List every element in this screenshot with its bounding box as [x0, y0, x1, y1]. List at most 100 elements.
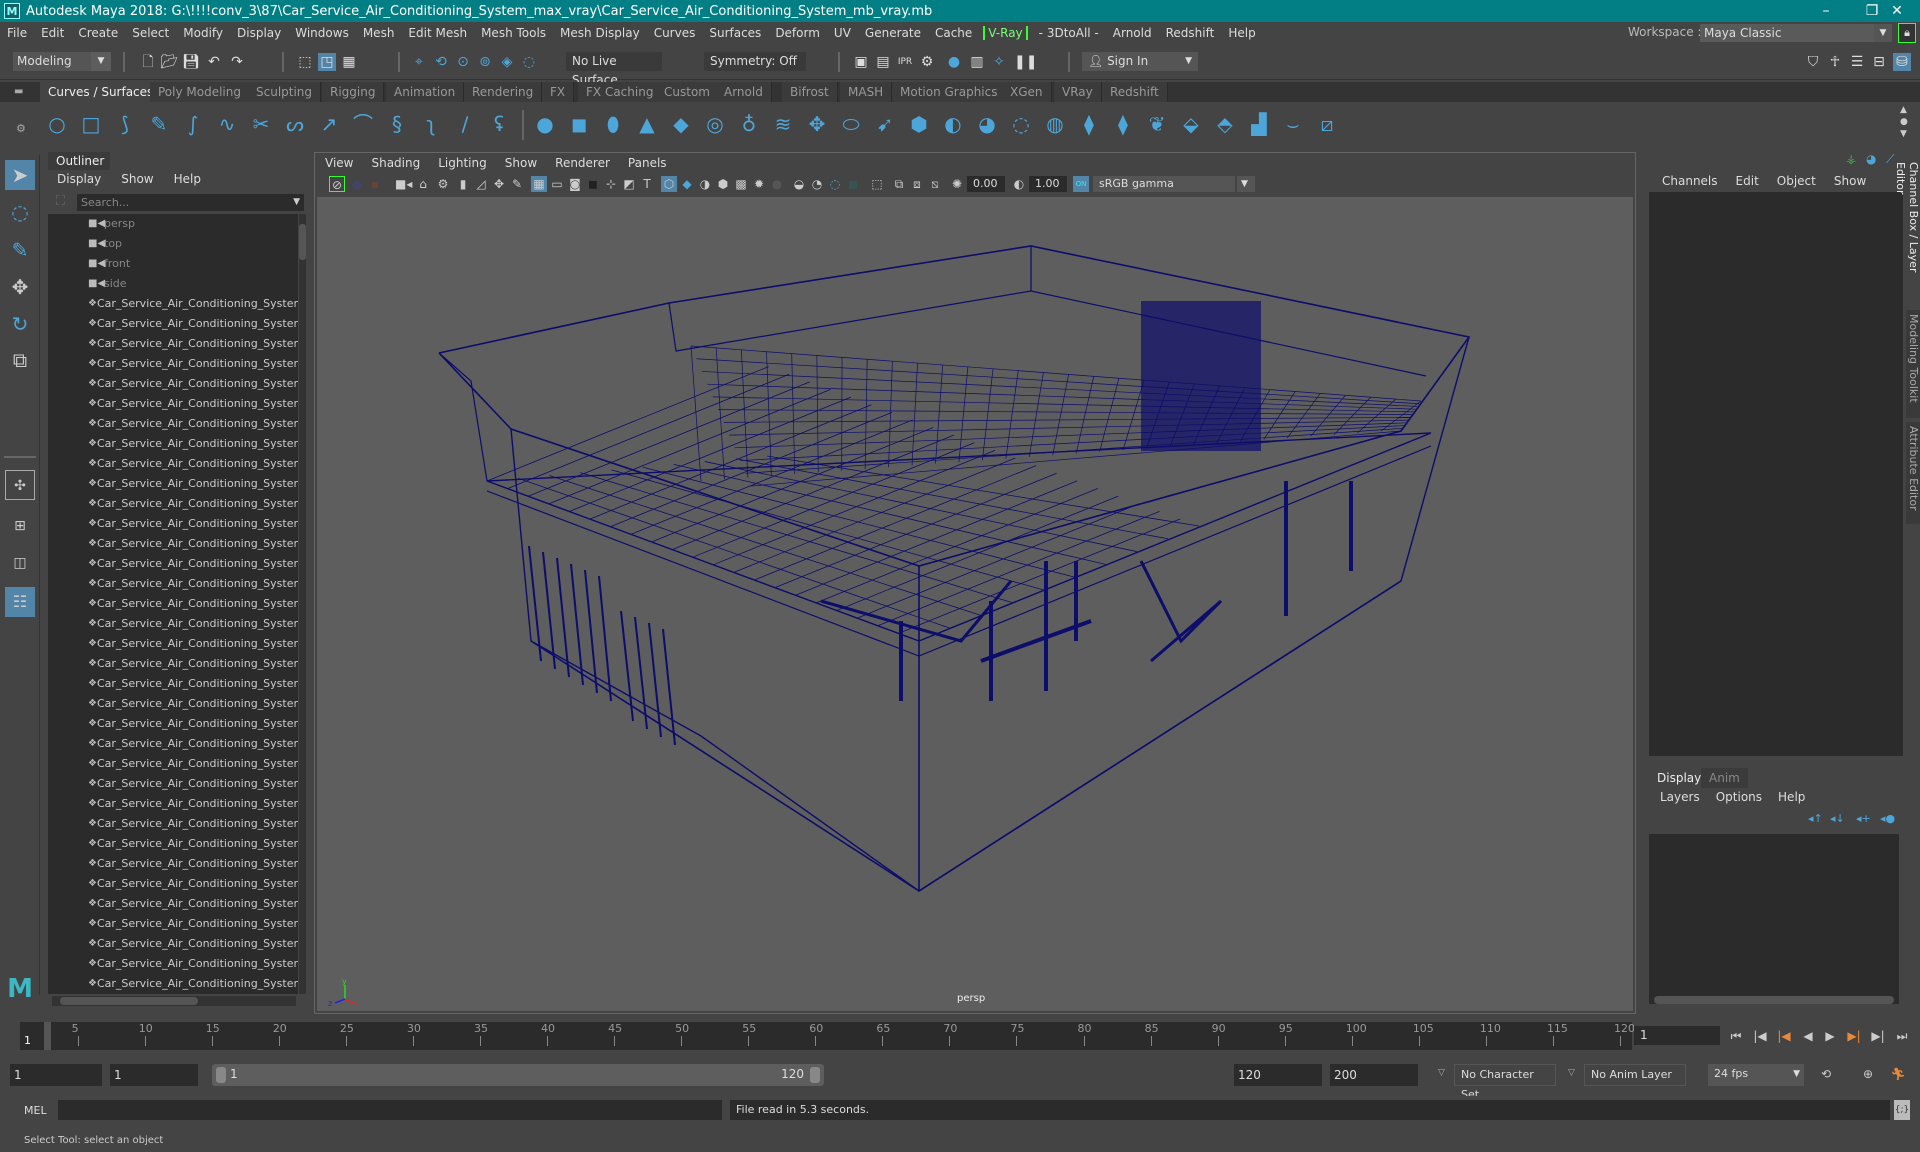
scene-start-field[interactable]: 1: [10, 1064, 102, 1086]
symmetry-field[interactable]: Symmetry: Off: [704, 52, 806, 71]
snap-view-plane-icon[interactable]: ⊚: [476, 53, 494, 71]
screen-space-ao-icon[interactable]: ◒: [791, 176, 807, 192]
menu-mesh-tools[interactable]: Mesh Tools: [474, 26, 553, 40]
snap-curve-icon[interactable]: ⟲: [432, 53, 450, 71]
play-forwards-icon[interactable]: ▶: [1822, 1028, 1838, 1044]
step-back-frame-icon[interactable]: |◀: [1776, 1028, 1792, 1044]
sign-in-button[interactable]: 👤︎ Sign In ▼: [1082, 52, 1198, 71]
ipr-render-icon[interactable]: IPR: [896, 53, 914, 71]
depth-of-field-icon[interactable]: ◼: [845, 176, 861, 192]
untrim-icon[interactable]: ◍: [1043, 112, 1067, 136]
motion-blur-icon[interactable]: ◔: [809, 176, 825, 192]
two-d-pan-zoom-icon[interactable]: ✥: [491, 176, 507, 192]
step-forward-key-icon[interactable]: ▶|: [1870, 1028, 1886, 1044]
rebuild-curve-icon[interactable]: §: [385, 112, 409, 136]
menu-deform[interactable]: Deform: [768, 26, 827, 40]
viewport-menu-panels[interactable]: Panels: [618, 156, 675, 170]
menu-mesh-display[interactable]: Mesh Display: [553, 26, 647, 40]
outliner-item[interactable]: ❖ Car_Service_Air_Conditioning_System: [48, 854, 298, 874]
ep-curve-icon[interactable]: ∫: [181, 112, 205, 136]
menu-file[interactable]: File: [0, 26, 34, 40]
viewport-menu-lighting[interactable]: Lighting: [428, 156, 495, 170]
outliner-item[interactable]: ❖ Car_Service_Air_Conditioning_System: [48, 454, 298, 474]
mel-input[interactable]: [58, 1100, 722, 1120]
shelf-tab-fx-caching[interactable]: FX Caching: [578, 82, 663, 102]
viewport-menu-view[interactable]: View: [315, 156, 361, 170]
outliner-vertical-scrollbar[interactable]: [299, 214, 306, 994]
outliner-item[interactable]: ❖ Car_Service_Air_Conditioning_System: [48, 354, 298, 374]
modeling-toolkit-icon[interactable]: ⛉: [1804, 53, 1822, 71]
outliner-item-top[interactable]: ■◀ top: [48, 234, 298, 254]
channel-menu-channels[interactable]: Channels: [1652, 174, 1726, 188]
xray-active-icon[interactable]: ⧈: [909, 176, 925, 192]
shelf-tab-sculpting[interactable]: Sculpting: [248, 82, 322, 102]
outliner-item-persp[interactable]: ■◀ persp: [48, 214, 298, 234]
shelf-tab-vray[interactable]: VRay: [1054, 82, 1102, 102]
tab-modeling-toolkit[interactable]: Modeling Toolkit: [1906, 310, 1920, 418]
current-time-indicator[interactable]: [44, 1022, 51, 1050]
channel-box-icon[interactable]: ⛁: [1893, 53, 1911, 71]
outliner-item[interactable]: ❖ Car_Service_Air_Conditioning_System: [48, 434, 298, 454]
scene-end-field[interactable]: 200: [1330, 1064, 1418, 1086]
outliner-item[interactable]: ❖ Car_Service_Air_Conditioning_System: [48, 594, 298, 614]
outliner-search-input[interactable]: Search... ▼: [77, 194, 304, 211]
layer-scrollbar[interactable]: [1654, 996, 1894, 1004]
channel-menu-edit[interactable]: Edit: [1726, 174, 1767, 188]
playback-end-field[interactable]: 120: [1234, 1064, 1322, 1086]
lock-icon[interactable]: 🔒︎: [1898, 23, 1916, 43]
tool-settings-icon[interactable]: ⊟: [1870, 53, 1888, 71]
layer-menu-help[interactable]: Help: [1770, 790, 1813, 804]
grid-icon[interactable]: ▦: [531, 176, 547, 192]
outliner-item[interactable]: ❖ Car_Service_Air_Conditioning_System: [48, 874, 298, 894]
redo-icon[interactable]: ↷: [228, 53, 246, 71]
outliner-item[interactable]: ❖ Car_Service_Air_Conditioning_System: [48, 934, 298, 954]
chevron-down-icon[interactable]: ▼: [1237, 176, 1255, 192]
outliner-menu-help[interactable]: Help: [161, 172, 208, 186]
animation-preferences-icon[interactable]: 🏃︎: [1890, 1066, 1906, 1082]
insert-isoparm-icon[interactable]: ⬙: [1179, 112, 1203, 136]
move-layer-down-icon[interactable]: ◂↓: [1830, 812, 1845, 825]
outliner-item[interactable]: ❖ Car_Service_Air_Conditioning_System: [48, 574, 298, 594]
nurbs-circle-icon[interactable]: ○: [45, 112, 69, 136]
paint-select-tool-icon[interactable]: ✎: [5, 235, 35, 265]
sculpt-geometry-icon[interactable]: ⌣: [1281, 112, 1305, 136]
lasso-tool-icon[interactable]: ◌: [5, 197, 35, 227]
smooth-shade-icon[interactable]: ◆: [679, 176, 695, 192]
mel-language-toggle[interactable]: MEL: [24, 1104, 47, 1117]
outliner-item-front[interactable]: ■◀ front: [48, 254, 298, 274]
shelf-tab-motion-graphics[interactable]: Motion Graphics: [892, 82, 1007, 102]
go-to-start-icon[interactable]: ⏮: [1728, 1028, 1744, 1044]
shelf-tab-custom[interactable]: Custom: [656, 82, 719, 102]
shelf-scroll-icon[interactable]: ▲ ● ▼: [1900, 104, 1908, 140]
outliner-item[interactable]: ❖ Car_Service_Air_Conditioning_System: [48, 834, 298, 854]
resolution-gate-icon[interactable]: ◙: [567, 176, 583, 192]
safe-title-icon[interactable]: T: [639, 176, 655, 192]
shelf-tab-xgen[interactable]: XGen: [1002, 82, 1052, 102]
outliner-item-side[interactable]: ■◀ side: [48, 274, 298, 294]
save-scene-icon[interactable]: 💾︎: [182, 53, 200, 71]
new-scene-icon[interactable]: 🗋: [139, 53, 157, 71]
surface-fillet-icon[interactable]: ⧄: [1315, 112, 1339, 136]
time-slider-track[interactable]: 1 5 10 15 20 25 30 35 40 45 50 55 60 65 70 75 80 85 90 95 1…: [20, 1022, 1635, 1050]
nurbs-torus-icon[interactable]: ◎: [703, 112, 727, 136]
filter-icon[interactable]: ⛶: [56, 194, 65, 209]
isolate-select-icon[interactable]: ⬚: [869, 176, 885, 192]
snap-surface-icon[interactable]: ◈: [498, 53, 516, 71]
viewport-menu-shading[interactable]: Shading: [361, 156, 428, 170]
menu-mesh[interactable]: Mesh: [356, 26, 402, 40]
outliner-layout-icon[interactable]: ☷: [5, 587, 35, 617]
character-set-select[interactable]: No Character Set: [1454, 1064, 1556, 1101]
shelf-tab-rigging[interactable]: Rigging: [322, 82, 385, 102]
xray-joints-icon[interactable]: ⧅: [927, 176, 943, 192]
menu-cache[interactable]: Cache: [928, 26, 979, 40]
offset-curve-icon[interactable]: ⌒: [351, 112, 375, 136]
default-material-icon[interactable]: ◑: [697, 176, 713, 192]
gamma-icon[interactable]: ◐: [1011, 176, 1027, 192]
camera-attributes-icon[interactable]: ⚙: [435, 176, 451, 192]
current-frame-field[interactable]: 1: [1634, 1026, 1720, 1045]
select-object-icon[interactable]: ◳: [318, 53, 336, 71]
select-tool-icon[interactable]: ➤: [5, 160, 35, 190]
outliner-item[interactable]: ❖ Car_Service_Air_Conditioning_System: [48, 774, 298, 794]
nurbs-sphere-icon[interactable]: ●: [533, 112, 557, 136]
playback-start-field[interactable]: 1: [110, 1064, 198, 1086]
